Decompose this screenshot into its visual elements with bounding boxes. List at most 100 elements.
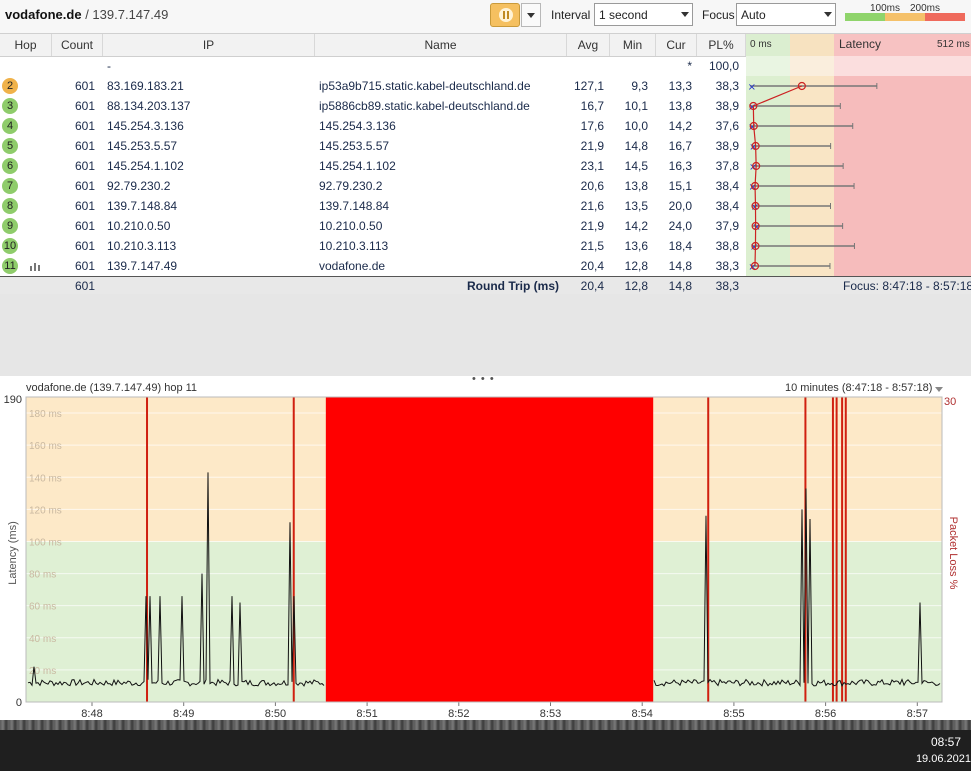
col-ip[interactable]: IP [103,34,315,56]
row-min: 10,0 [624,119,648,133]
row-cur: 18,4 [668,239,692,253]
gridline-label: 80 ms [29,570,56,581]
latency-visualization: × × × × × × × × × × [746,56,971,276]
pause-button[interactable] [490,3,520,27]
table-row[interactable]: 10 601 10.210.3.113 10.210.3.113 21,5 13,6 18,… [0,236,745,256]
table-row[interactable]: 9 601 10.210.0.50 10.210.0.50 21,9 14,2 24,0 37… [0,216,745,236]
latency-zone-red [834,196,971,216]
row-ip: 145.254.3.136 [107,119,184,133]
row-avg: 21,9 [580,219,604,233]
hop-badge: 9 [2,218,18,234]
latency-cur-marker: × [750,242,758,253]
col-avg[interactable]: Avg [567,34,610,56]
row-cur: * [687,59,692,73]
latency-max-label: 512 ms [937,39,970,50]
latency-cur-marker: × [748,122,756,133]
latency-chart: ×××××××××× [746,56,971,276]
col-hop[interactable]: Hop [0,34,52,56]
row-pl: 37,8 [715,159,739,173]
row-count: 601 [74,199,95,213]
interval-select[interactable]: 1 second [594,3,693,26]
col-count[interactable]: Count [52,34,103,56]
latency-zone-yellow [790,56,834,76]
target-host: vodafone.de [5,7,82,22]
latency-timeline-chart: 180 ms 160 ms 140 ms 120 ms 100 ms 80 ms 60 ms… [4,394,959,720]
col-name[interactable]: Name [315,34,567,56]
row-count: 601 [74,119,95,133]
latency-cur-marker: × [748,102,756,113]
row-pl: 37,6 [715,119,739,133]
table-row[interactable]: 3 601 88.134.203.137 ip5886cb89.static.kabe… [0,96,745,116]
latency-column-title: Latency [839,37,882,51]
pause-menu-button[interactable] [521,3,541,27]
row-min: 14,2 [624,219,648,233]
x-tick-label: 8:50 [265,708,286,720]
row-name: 145.254.1.102 [319,159,396,173]
hop-badge: 11 [2,258,18,274]
table-row[interactable]: 4 601 145.254.3.136 145.254.3.136 17,6 10,0 14… [0,116,745,136]
splitter-handle[interactable]: • • • [472,373,495,385]
row-min: 10,1 [624,99,648,113]
gridline-label: 40 ms [29,634,56,645]
taskbar [0,730,971,771]
x-tick-label: 8:57 [907,708,928,720]
hop-badge: 8 [2,198,18,214]
row-avg: 21,6 [580,199,604,213]
row-pl: 38,4 [715,179,739,193]
row-cur: 14,8 [668,259,692,273]
hop-badge: 10 [2,238,18,254]
row-min: 13,8 [624,179,648,193]
latency-zone-red [834,156,971,176]
table-row[interactable]: 5 601 145.253.5.57 145.253.5.57 21,9 14,8 16,7… [0,136,745,156]
latency-zone-red [834,216,971,236]
chevron-down-icon [527,13,535,18]
clock-time[interactable]: 08:57 [931,735,961,749]
row-name: 139.7.148.84 [319,199,390,213]
legend-green-segment [845,13,885,21]
hop-badge: 7 [2,178,18,194]
x-tick-label: 8:49 [173,708,194,720]
col-min[interactable]: Min [610,34,656,56]
table-row[interactable]: 2 601 83.169.183.21 ip53a9b715.static.kabel… [0,76,745,96]
latency-zone-red [834,256,971,276]
gridline-label: 120 ms [29,505,62,516]
target-title: vodafone.de / 139.7.147.49 [5,7,169,22]
row-cur: 16,3 [668,159,692,173]
row-pl: 38,9 [715,99,739,113]
chevron-down-icon [935,387,943,392]
table-row[interactable]: - * 100,0 [0,56,745,76]
legend-yellow-segment [885,13,925,21]
summary-count: 601 [74,279,95,293]
interval-value: 1 second [599,8,648,22]
hop-badge: 4 [2,118,18,134]
row-count: 601 [74,239,95,253]
x-tick-label: 8:54 [631,708,652,720]
row-pl: 38,3 [715,79,739,93]
clock-date[interactable]: 19.06.2021 [916,753,971,765]
gridline-label: 180 ms [29,409,62,420]
target-ip: 139.7.147.49 [92,7,169,22]
chevron-down-icon [824,12,832,17]
row-count: 601 [74,99,95,113]
row-name: ip53a9b715.static.kabel-deutschland.de [319,79,531,93]
row-avg: 17,6 [580,119,604,133]
summary-focus: Focus: 8:47:18 - 8:57:18 [843,279,971,293]
row-min: 14,8 [624,139,648,153]
summary-pl: 38,3 [715,279,739,293]
table-row[interactable]: 7 601 92.79.230.2 92.79.230.2 20,6 13,8 15,1 38… [0,176,745,196]
x-tick-label: 8:52 [448,708,469,720]
row-count: 601 [74,159,95,173]
row-name: vodafone.de [319,259,386,273]
col-pl[interactable]: PL% [697,34,746,56]
table-row[interactable]: 6 601 145.254.1.102 145.254.1.102 23,1 14,5 16… [0,156,745,176]
latency-zone-red [834,136,971,156]
row-count: 601 [74,79,95,93]
table-row[interactable]: 11 601 139.7.147.49 vodafone.de 20,4 12,8 14,8… [0,256,745,276]
bar-chart-icon[interactable] [30,261,42,271]
table-row[interactable]: 8 601 139.7.148.84 139.7.148.84 21,6 13,5 20,0… [0,196,745,216]
focus-select[interactable]: Auto [736,3,836,26]
col-cur[interactable]: Cur [656,34,697,56]
y-axis-right-label: Packet Loss % [947,517,959,590]
row-min: 13,5 [624,199,648,213]
row-name: 10.210.3.113 [319,239,389,253]
